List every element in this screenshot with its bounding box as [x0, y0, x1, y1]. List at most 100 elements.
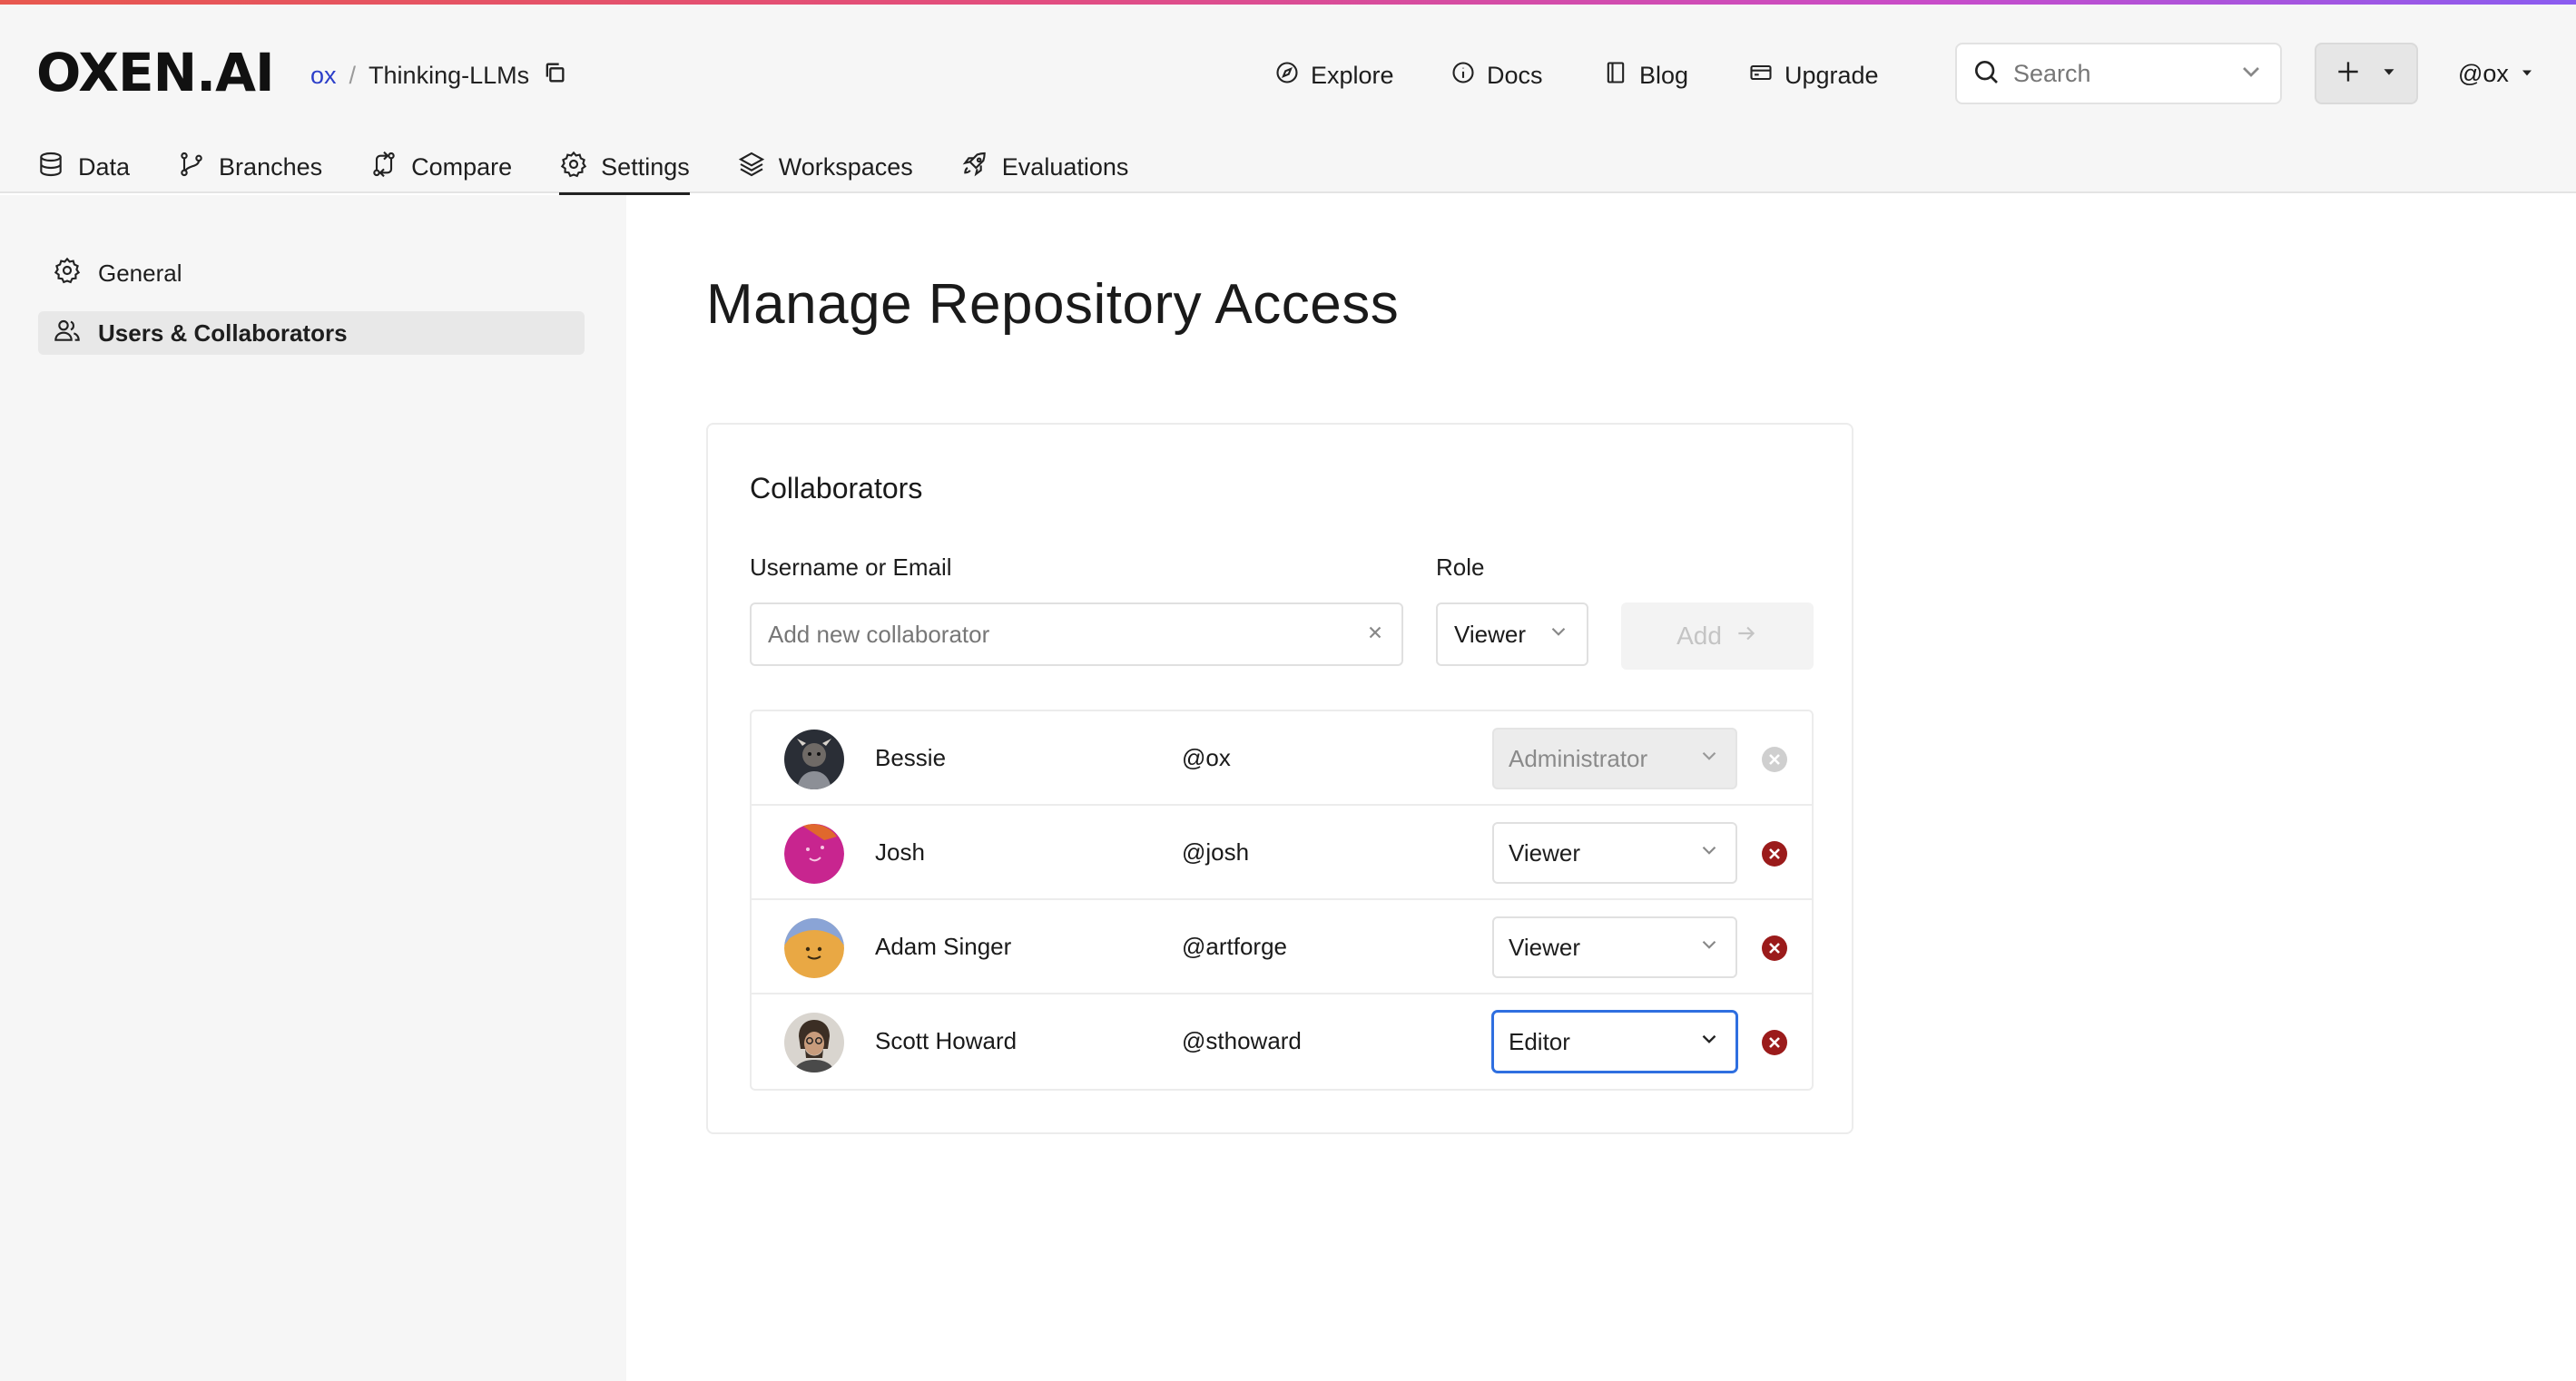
users-icon [53, 316, 82, 351]
nav-upgrade[interactable]: Upgrade [1748, 55, 1879, 95]
settings-sidebar: General Users & Collaborators [0, 195, 626, 1381]
breadcrumb-repo[interactable]: Thinking-LLMs [369, 62, 529, 90]
chevron-down-icon [1697, 838, 1721, 868]
nav-explore-label: Explore [1311, 61, 1394, 89]
tab-settings[interactable]: Settings [559, 141, 690, 195]
tab-branches[interactable]: Branches [177, 141, 322, 193]
chevron-down-icon [1697, 744, 1721, 774]
card-title: Collaborators [750, 472, 923, 504]
branch-icon [177, 150, 206, 185]
new-role-value: Viewer [1454, 620, 1527, 648]
remove-icon[interactable] [1761, 1029, 1788, 1056]
role-select: Administrator [1492, 728, 1737, 789]
new-role-select[interactable]: Viewer [1436, 602, 1588, 666]
add-collaborator-button[interactable]: Add [1621, 602, 1814, 670]
table-row: Scott Howard @sthoward Editor [752, 994, 1812, 1089]
collaborator-name: Josh [875, 838, 925, 866]
collaborator-name: Adam Singer [875, 933, 1012, 960]
caret-down-icon [2518, 60, 2536, 88]
collaborator-handle: @josh [1182, 838, 1250, 866]
rocket-icon [960, 150, 989, 185]
username-label: Username or Email [750, 553, 952, 581]
info-icon [1450, 60, 1476, 92]
tab-evaluations[interactable]: Evaluations [960, 141, 1129, 193]
tab-settings-label: Settings [601, 152, 690, 181]
role-value: Viewer [1509, 838, 1581, 867]
collaborator-input[interactable] [768, 620, 1365, 649]
tab-evaluations-label: Evaluations [1001, 152, 1129, 181]
tab-workspaces[interactable]: Workspaces [737, 141, 913, 193]
user-menu-label: @ox [2458, 59, 2509, 87]
nav-docs[interactable]: Docs [1450, 55, 1543, 95]
compass-icon [1274, 60, 1300, 92]
remove-icon [1761, 746, 1788, 773]
collaborator-input-field [750, 602, 1403, 666]
avatar [784, 824, 844, 884]
nav-blog[interactable]: Blog [1603, 55, 1688, 95]
breadcrumb-owner[interactable]: ox [310, 62, 337, 90]
top-header: OXEN.AI ox / Thinking-LLMs Explore Docs … [0, 5, 2576, 195]
collaborator-handle: @artforge [1182, 933, 1287, 960]
role-value: Administrator [1509, 744, 1648, 772]
role-select[interactable]: Viewer [1492, 916, 1737, 978]
repo-tabs: Data Branches Compare Settings Workspace… [36, 141, 1175, 195]
sidebar-item-label: General [98, 259, 182, 287]
table-row: Bessie @ox Administrator [752, 711, 1812, 806]
collaborator-name: Bessie [875, 744, 947, 771]
chevron-down-icon [1697, 1027, 1721, 1057]
add-button-label: Add [1676, 622, 1722, 650]
tab-compare-label: Compare [411, 152, 513, 181]
search-placeholder: Search [2013, 59, 2091, 87]
nav-docs-label: Docs [1487, 61, 1543, 89]
chevron-down-icon [1547, 620, 1570, 650]
role-value: Viewer [1509, 933, 1581, 961]
tab-branches-label: Branches [219, 152, 323, 181]
arrow-right-icon [1735, 622, 1758, 651]
card-icon [1748, 60, 1774, 92]
role-select[interactable]: Editor [1492, 1011, 1737, 1072]
remove-icon[interactable] [1761, 935, 1788, 962]
search-box[interactable]: Search [1955, 43, 2282, 104]
sidebar-item-label: Users & Collaborators [98, 318, 348, 347]
collaborator-handle: @ox [1182, 744, 1231, 771]
page-title: Manage Repository Access [706, 273, 1400, 336]
collaborator-handle: @sthoward [1182, 1027, 1302, 1054]
compare-icon [369, 150, 398, 185]
chevron-down-icon [1697, 933, 1721, 963]
gear-icon [559, 150, 588, 185]
role-label: Role [1436, 553, 1485, 581]
breadcrumb-separator: / [349, 61, 357, 89]
brand-logo[interactable]: OXEN.AI [36, 41, 275, 104]
tab-data-label: Data [78, 152, 131, 181]
nav-explore[interactable]: Explore [1274, 55, 1394, 95]
search-icon [1971, 57, 2001, 91]
collaborators-card: Collaborators Username or Email Role Vie… [706, 423, 1853, 1134]
nav-upgrade-label: Upgrade [1785, 61, 1879, 89]
breadcrumb: ox / Thinking-LLMs [310, 57, 567, 93]
create-new-button[interactable] [2315, 43, 2418, 104]
avatar [784, 730, 844, 789]
gear-icon [53, 256, 82, 291]
user-menu[interactable]: @ox [2458, 55, 2536, 92]
tab-compare[interactable]: Compare [369, 141, 512, 193]
table-row: Josh @josh Viewer [752, 806, 1812, 900]
avatar [784, 1013, 844, 1072]
tab-workspaces-label: Workspaces [778, 152, 913, 181]
caret-down-icon [2379, 62, 2399, 86]
role-value: Editor [1509, 1027, 1570, 1055]
sidebar-item-users-collaborators[interactable]: Users & Collaborators [38, 311, 585, 355]
table-row: Adam Singer @artforge Viewer [752, 900, 1812, 994]
avatar [784, 918, 844, 978]
tab-data[interactable]: Data [36, 141, 130, 193]
layers-icon [737, 150, 766, 185]
role-select[interactable]: Viewer [1492, 822, 1737, 884]
sidebar-item-general[interactable]: General [38, 251, 585, 295]
copy-icon[interactable] [542, 60, 567, 92]
clear-icon[interactable] [1365, 622, 1385, 647]
plus-icon [2334, 57, 2363, 91]
book-icon [1603, 60, 1628, 92]
remove-icon[interactable] [1761, 840, 1788, 867]
collaborator-name: Scott Howard [875, 1027, 1018, 1054]
nav-blog-label: Blog [1639, 61, 1689, 89]
collaborators-table: Bessie @ox Administrator Josh @josh View… [750, 710, 1814, 1091]
